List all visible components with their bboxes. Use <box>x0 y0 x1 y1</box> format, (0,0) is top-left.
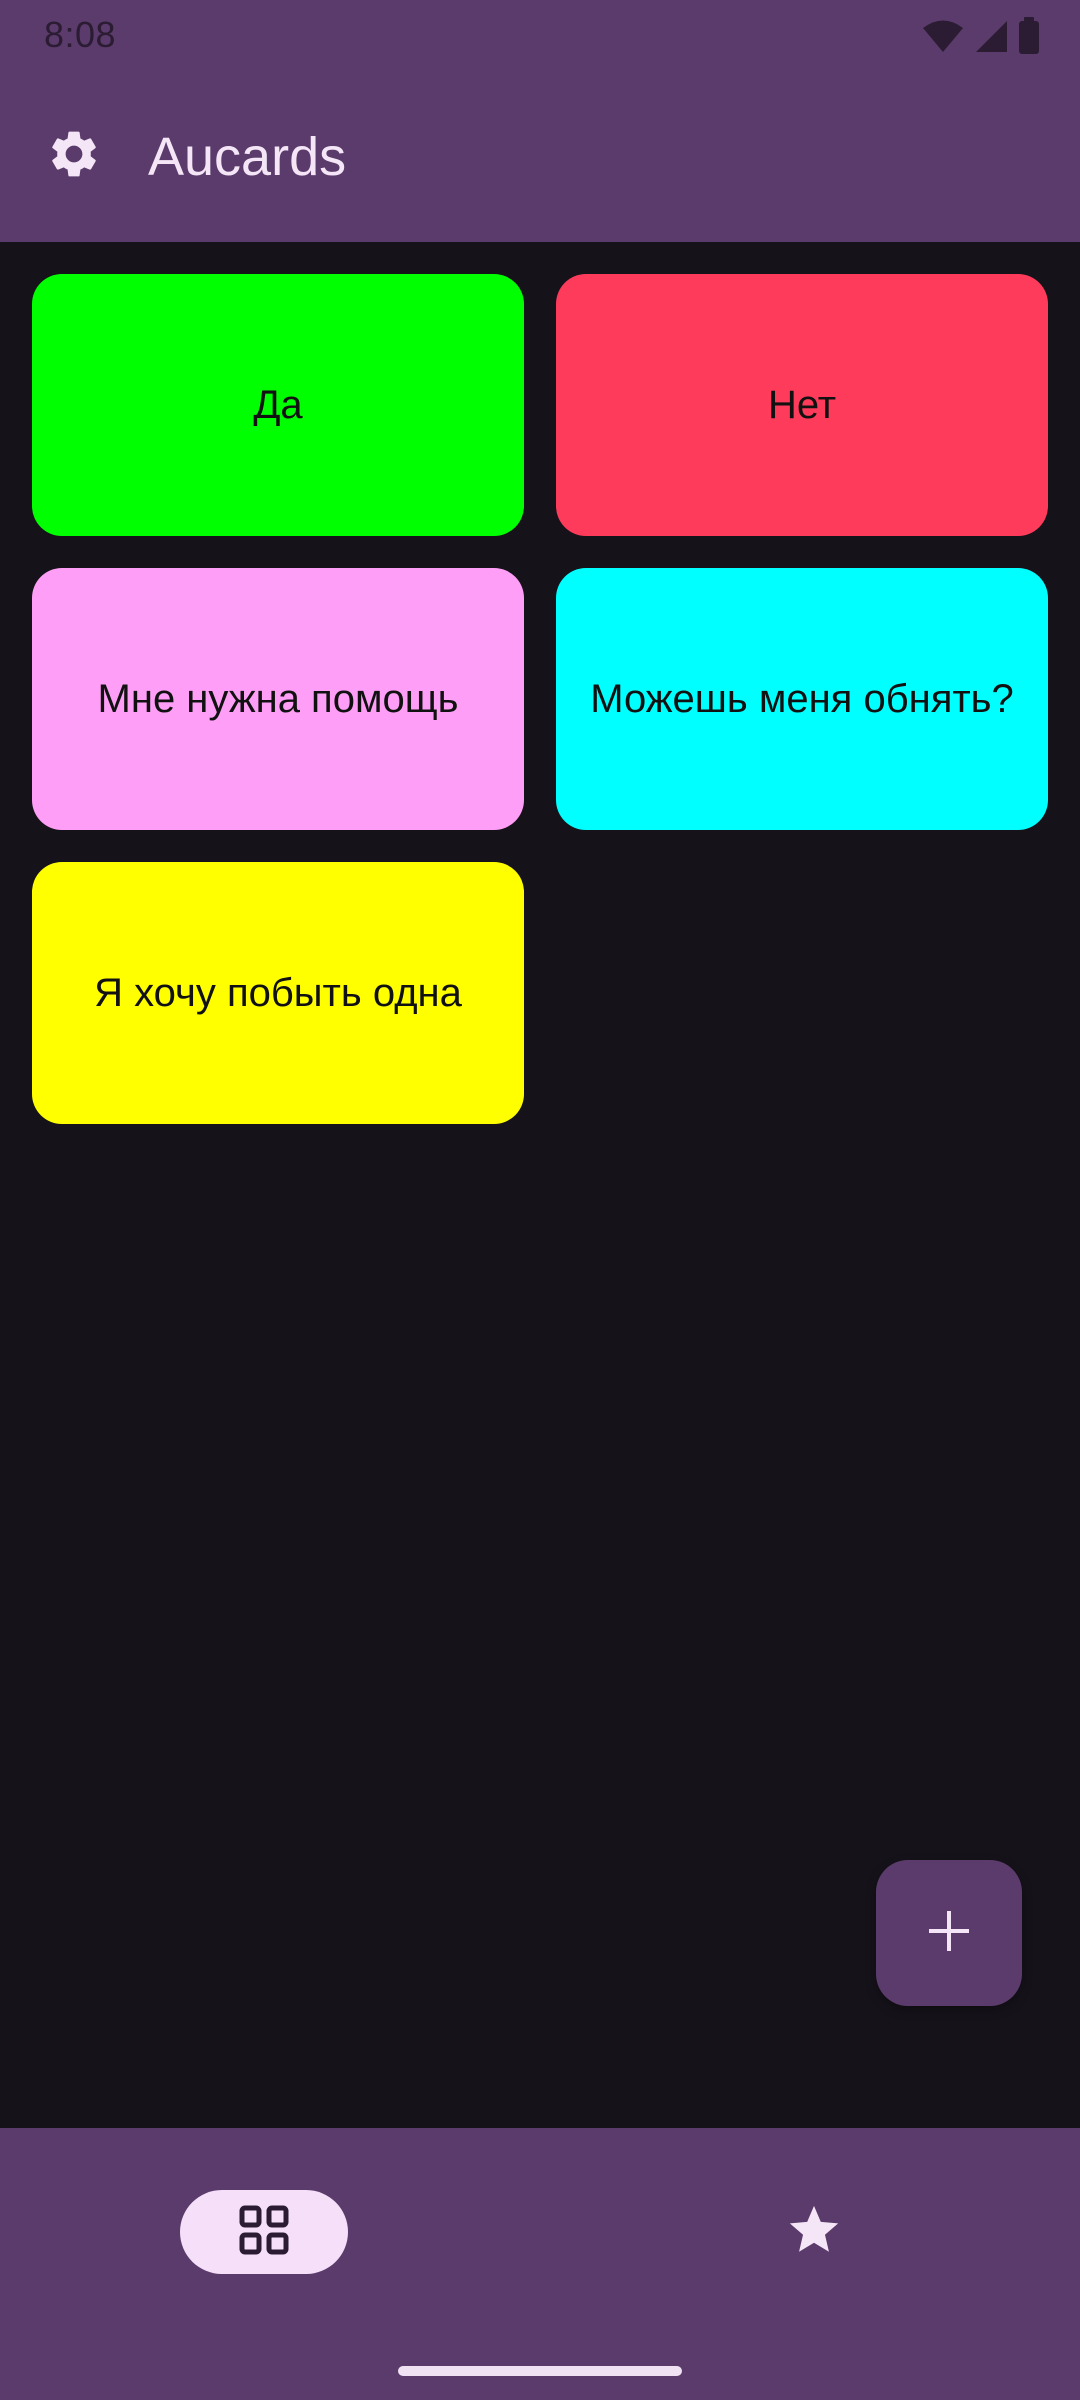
gear-icon <box>46 126 102 187</box>
bottom-navigation <box>0 2128 1080 2400</box>
home-indicator[interactable] <box>398 2366 682 2376</box>
card-label: Можешь меня обнять? <box>590 676 1014 721</box>
star-icon <box>785 2201 843 2264</box>
card-label: Нет <box>767 382 837 427</box>
add-card-button[interactable] <box>876 1860 1022 2006</box>
card-no[interactable]: Нет <box>556 274 1048 536</box>
wifi-icon <box>922 19 964 53</box>
card-label: Да <box>253 382 303 427</box>
card-yes[interactable]: Да <box>32 274 524 536</box>
status-bar: 8:08 <box>0 0 1080 72</box>
cell-signal-icon <box>974 19 1008 53</box>
card-alone[interactable]: Я хочу побыть одна <box>32 862 524 1124</box>
app-title: Aucards <box>148 127 347 187</box>
app-bar: Aucards <box>0 72 1080 242</box>
settings-button[interactable] <box>32 114 116 198</box>
card-label: Я хочу побыть одна <box>94 970 462 1015</box>
nav-item-favorites[interactable] <box>772 2190 856 2274</box>
card-need-help[interactable]: Мне нужна помощь <box>32 568 524 830</box>
app-root: 8:08 Aucards Да Нет Мне нужна помощь Мож… <box>0 0 1080 2400</box>
nav-item-cards[interactable] <box>180 2190 348 2274</box>
grid-icon <box>239 2205 289 2260</box>
card-grid: Да Нет Мне нужна помощь Можешь меня обня… <box>32 274 1048 1124</box>
plus-icon <box>927 1909 971 1958</box>
card-hug[interactable]: Можешь меня обнять? <box>556 568 1048 830</box>
status-icons <box>922 16 1040 56</box>
card-label: Мне нужна помощь <box>97 676 459 721</box>
battery-icon <box>1018 17 1040 55</box>
status-time: 8:08 <box>44 14 117 55</box>
